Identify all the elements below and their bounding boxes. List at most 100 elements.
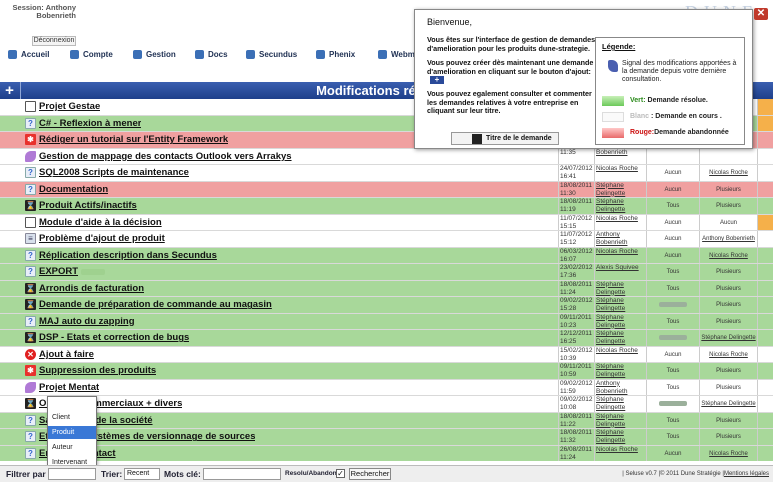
row-recipients: Plusieurs (699, 264, 757, 280)
row-assigned: Tous (646, 313, 699, 329)
row-title-link[interactable]: Rédiger un tutorial sur l'Entity Framewo… (39, 134, 228, 145)
table-row: ⌛ Arrondis de facturation 18/08/2011 11:24 S… (0, 280, 773, 297)
filter-select[interactable] (48, 468, 96, 480)
logout-button[interactable]: Déconnexion (32, 36, 76, 46)
table-row: ✱ Suppression des produits 09/11/2011 10:59… (0, 363, 773, 380)
row-date-day: 09/02/2012 (560, 297, 593, 304)
row-date-time: 10:59 (560, 371, 577, 378)
row-date-time: 15:15 (560, 222, 577, 230)
plus-icon: + (430, 76, 444, 85)
question-icon: ? (25, 447, 36, 459)
doc-icon (25, 216, 36, 228)
row-title-link[interactable]: Module d'aide à la décision (39, 217, 162, 228)
legend-red-text: Demande abandonnée (654, 129, 729, 136)
nav-label: Docs (208, 49, 228, 59)
nav-item-docs[interactable]: Docs (195, 48, 228, 60)
session-info: Session: Anthony Bobenrieth (6, 4, 76, 20)
row-title-link[interactable]: Documentation (39, 184, 108, 195)
row-author[interactable]: Bobenrieth (594, 148, 646, 164)
row-date: 18/08/2011 11:19 (558, 198, 594, 214)
row-title-link[interactable]: Arrondis de facturation (39, 283, 144, 294)
close-icon[interactable]: ✕ (754, 8, 768, 20)
row-title-link[interactable]: EXPORT (39, 266, 78, 277)
row-title-link[interactable]: MAJ auto du zapping (39, 316, 135, 327)
row-author[interactable]: Anthony Bobenrieth (594, 231, 646, 247)
dropdown-option-client[interactable]: Client (48, 411, 96, 424)
table-row: Projet Mentat 09/02/2012 11:59 Anthony Boben… (0, 379, 773, 396)
dropdown-option-auteur[interactable]: Auteur (48, 441, 96, 454)
row-title-link[interactable]: SQL2008 Scripts de maintenance (39, 167, 189, 178)
row-title-cell: ⌛ Demande de préparation de commande au m… (22, 297, 558, 313)
sort-select[interactable]: Recent (124, 468, 160, 480)
row-author[interactable]: Nicolas Roche (594, 214, 646, 230)
table-row: ≡ Problème d'ajout de produit 11/07/2012 15… (0, 231, 773, 248)
row-title-link[interactable]: C# - Reflexion à mener (39, 118, 141, 129)
table-row: ? Etude des systèmes de versionnage de so… (0, 429, 773, 446)
row-title-link[interactable]: Suppression des produits (39, 365, 156, 376)
row-author[interactable]: Stéphane Delingette (594, 198, 646, 214)
filter-dropdown-list: Client Produit Auteur Intervenant (47, 396, 97, 466)
row-title-link[interactable]: DSP - Etats et correction de bugs (39, 332, 189, 343)
row-title-cell: ? Réplication description dans Secundus (22, 248, 558, 264)
row-title-link[interactable]: Réplication description dans Secundus (39, 250, 217, 261)
row-title-link[interactable]: Produit Actifs/inactifs (39, 200, 137, 211)
row-date-time: 11:22 (560, 420, 576, 428)
row-author[interactable]: Stéphane Delingette (594, 330, 646, 346)
title-sort-button[interactable]: Titre de le demande (451, 132, 559, 145)
nav-item-secundus[interactable]: Secundus (246, 48, 297, 60)
row-date-day: 18/08/2011 (560, 198, 593, 205)
dropdown-option-produit[interactable]: Produit (48, 426, 96, 439)
row-author[interactable]: Nicolas Roche (594, 165, 646, 181)
nav-item-accueil[interactable]: Accueil (8, 48, 49, 60)
row-title-link[interactable]: Gestion de mappage des contacts Outlook … (39, 151, 292, 162)
keywords-input[interactable] (203, 468, 281, 480)
row-date: 06/03/2012 16:07 (558, 247, 594, 263)
row-author[interactable]: Stéphane Delingette (594, 429, 646, 445)
row-title-link[interactable]: Demande de préparation de commande au ma… (39, 299, 272, 310)
row-author[interactable]: Stéphane Delingette (594, 280, 646, 296)
row-author[interactable]: Anthony Bobenrieth (594, 379, 646, 395)
author-line-1: Nicolas Roche (596, 165, 638, 172)
nav-item-gestion[interactable]: Gestion (133, 48, 176, 60)
nav-item-phenix[interactable]: Phenix (316, 48, 355, 60)
row-title-cell: ?Envoi du contact (22, 446, 558, 462)
row-date-day: 18/08/2011 (560, 412, 593, 420)
resolved-checkbox[interactable]: ✓ (336, 469, 345, 478)
legal-link[interactable]: Mentions légales (724, 471, 769, 477)
row-title-link[interactable]: Problème d'ajout de produit (39, 233, 165, 244)
row-author[interactable]: Nicolas Roche (594, 445, 646, 461)
redacted-text (659, 400, 687, 406)
row-author[interactable]: Stéphane Delingette (594, 313, 646, 329)
nav-item-compte[interactable]: Compte (70, 48, 113, 60)
welcome-paragraph-2: Vous pouvez créer dès maintenant une dem… (427, 58, 599, 85)
row-title-link[interactable]: Projet Mentat (39, 382, 99, 393)
row-author[interactable]: Nicolas Roche (594, 247, 646, 263)
row-title-cell: ⌛ Produit Actifs/inactifs (22, 198, 558, 214)
row-recipients: Plusieurs (699, 379, 757, 395)
question-icon: ? (25, 249, 36, 261)
row-recipients: Plusieurs (699, 280, 757, 296)
row-assigned (646, 297, 699, 313)
row-assigned (646, 148, 699, 164)
row-author[interactable]: Stéphane Delingette (594, 363, 646, 379)
green-swatch (602, 96, 624, 106)
author-line-1: Anthony (596, 379, 620, 387)
legend-white-word: Blanc (630, 113, 650, 120)
row-author[interactable]: Nicolas Roche (594, 346, 646, 362)
row-title-link[interactable]: Projet Gestae (39, 101, 100, 112)
row-author[interactable]: Stéphane Delingette (594, 181, 646, 197)
welcome-title: Bienvenue, (427, 17, 473, 27)
row-status-edge (757, 445, 773, 461)
author-line-2: Delingette (596, 371, 626, 378)
author-line-1: Nicolas Roche (596, 214, 638, 222)
row-title-cell: ? Documentation (22, 182, 558, 198)
row-author[interactable]: Alexis Squivee (594, 264, 646, 280)
row-status-edge (757, 280, 773, 296)
author-line-1: Stéphane (596, 181, 624, 189)
row-author[interactable]: Stéphane Delingette (594, 396, 646, 412)
row-title-link[interactable]: Ajout à faire (39, 349, 94, 360)
search-button[interactable]: Rechercher (349, 468, 391, 480)
row-date-day: 26/08/2011 (560, 445, 593, 453)
row-author[interactable]: Stéphane Delingette (594, 412, 646, 428)
row-author[interactable]: Stéphane Delingette (594, 297, 646, 313)
